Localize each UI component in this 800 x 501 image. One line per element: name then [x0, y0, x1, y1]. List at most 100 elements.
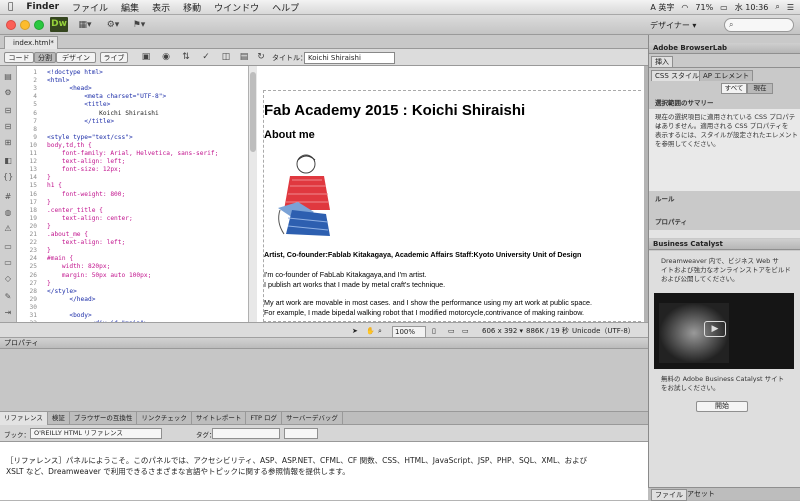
code-line[interactable]: <head>	[47, 85, 91, 92]
results-tab[interactable]: ブラウザーの互換性	[70, 412, 138, 425]
visual-aids-icon[interactable]: ◫	[220, 52, 232, 63]
indent-icon[interactable]: ⇥	[3, 308, 13, 318]
code-line[interactable]: width: 820px;	[47, 263, 110, 270]
css-styles-tab[interactable]: CSS スタイル	[651, 70, 703, 81]
preview-browser-icon[interactable]: ◉	[160, 52, 172, 63]
desktop-size-icon[interactable]: ▭	[462, 326, 469, 336]
design-view-button[interactable]: デザイン	[56, 52, 96, 63]
show-code-navigator-icon[interactable]: ⚙	[3, 88, 13, 98]
results-tab[interactable]: FTP ログ	[246, 412, 282, 425]
code-line[interactable]: <html>	[47, 77, 69, 84]
code-line[interactable]: #main {	[47, 255, 73, 262]
syntax-error-icon[interactable]: ⚠	[3, 224, 13, 234]
role-line[interactable]: Artist, Co-founder:Fablab Kitakagaya, Ac…	[264, 250, 581, 259]
list-icon[interactable]: ☰	[787, 3, 794, 12]
menu-edit[interactable]: 編集	[121, 1, 139, 14]
code-view-button[interactable]: コード	[4, 52, 34, 63]
code-line[interactable]: <body>	[47, 312, 91, 319]
apply-comment-icon[interactable]: ▭	[3, 242, 13, 252]
ap-elements-tab[interactable]: AP エレメント	[699, 70, 754, 81]
highlight-invalid-icon[interactable]: ◍	[3, 208, 13, 218]
code-line[interactable]: body,td,th {	[47, 142, 92, 149]
code-line[interactable]: }	[47, 199, 51, 206]
code-line[interactable]: </head>	[47, 296, 95, 303]
results-tab[interactable]: リファレンス	[0, 412, 48, 425]
check-browser-icon[interactable]: ✓	[200, 52, 212, 63]
portrait-illustration[interactable]	[268, 150, 340, 242]
zoom-window-button[interactable]	[34, 20, 44, 30]
rules-label[interactable]: ルール	[655, 195, 675, 204]
close-window-button[interactable]	[6, 20, 16, 30]
collapse-tag-icon[interactable]: ⊟	[3, 106, 13, 116]
code-line[interactable]: margin: 50px auto 100px;	[47, 272, 151, 279]
menu-finder[interactable]: Finder	[26, 2, 59, 12]
start-button[interactable]: 開始	[696, 401, 748, 412]
battery-text[interactable]: 71%	[695, 3, 713, 12]
code-line[interactable]: text-align: left;	[47, 239, 125, 246]
properties-label[interactable]: プロパティ	[655, 218, 687, 227]
live-view-button[interactable]: ライブ	[100, 52, 128, 63]
menu-file[interactable]: ファイル	[72, 1, 108, 14]
file-management-icon[interactable]: ⇅	[180, 52, 192, 63]
code-line[interactable]: font-weight: 800;	[47, 191, 125, 198]
menu-view[interactable]: 表示	[152, 1, 170, 14]
code-line[interactable]: h1 {	[47, 182, 62, 189]
code-line[interactable]: .center_title {	[47, 207, 103, 214]
business-catalyst-header[interactable]: Business Catalyst	[649, 239, 800, 250]
play-icon[interactable]: ▶	[704, 321, 726, 337]
results-tab[interactable]: 検証	[48, 412, 70, 425]
code-line[interactable]: <!doctype html>	[47, 69, 103, 76]
input-source[interactable]: A 英字	[650, 2, 674, 13]
apple-icon[interactable]: 	[8, 2, 13, 12]
art-line-2[interactable]: For example, I made bipedal walking robo…	[264, 308, 584, 317]
code-line[interactable]: }	[47, 247, 51, 254]
code-line[interactable]: .about_me {	[47, 231, 88, 238]
recent-snippets-icon[interactable]: ✎	[3, 292, 13, 302]
spotlight-icon[interactable]: ⌕	[775, 2, 779, 12]
properties-header[interactable]: プロパティ	[0, 338, 648, 349]
select-parent-tag-icon[interactable]: ◧	[3, 156, 13, 166]
balance-braces-icon[interactable]: {}	[3, 172, 13, 182]
code-line[interactable]: }	[47, 174, 51, 181]
files-tab[interactable]: ファイル	[651, 489, 687, 501]
window-size[interactable]: 606 x 392 ▾	[482, 326, 523, 336]
zoom-select[interactable]: 100%	[392, 326, 426, 338]
collapse-selection-icon[interactable]: ⊟	[3, 122, 13, 132]
split-view-button[interactable]: 分割	[34, 52, 56, 63]
browserlab-header[interactable]: Adobe BrowserLab	[649, 43, 800, 54]
scroll-thumb[interactable]	[250, 72, 256, 152]
current-button[interactable]: 現在	[747, 83, 773, 94]
mobile-size-icon[interactable]: ▯	[432, 326, 436, 336]
code-line[interactable]: Koichi Shiraishi	[47, 110, 159, 117]
insert-tab[interactable]: 挿入	[651, 56, 673, 67]
code-line[interactable]: <meta charset="UTF-8">	[47, 93, 166, 100]
assets-tab[interactable]: アセット	[684, 489, 718, 499]
business-catalyst-video[interactable]: ▶	[654, 293, 794, 369]
inspect-icon[interactable]: ▤	[238, 52, 250, 63]
zoom-tool-icon[interactable]: ⌕	[378, 326, 382, 336]
workspace-switcher[interactable]: デザイナー ▾	[650, 19, 714, 32]
about-heading[interactable]: About me	[264, 129, 315, 141]
code-line[interactable]: text-align: left;	[47, 158, 125, 165]
book-select[interactable]: O'REILLY HTML リファレンス	[30, 428, 162, 439]
tablet-size-icon[interactable]: ▭	[448, 326, 455, 336]
tag-select[interactable]	[212, 428, 280, 439]
refresh-icon[interactable]: ↻	[255, 52, 267, 63]
code-line[interactable]: }	[47, 280, 51, 287]
code-line[interactable]: </title>	[47, 118, 114, 125]
menu-go[interactable]: 移動	[183, 1, 201, 14]
code-line[interactable]: </style>	[47, 288, 77, 295]
remove-comment-icon[interactable]: ▭	[3, 258, 13, 268]
art-line-1[interactable]: My art work are movable in most cases. a…	[264, 298, 592, 307]
multiscreen-icon[interactable]: ▣	[140, 52, 152, 63]
search-field[interactable]: ⌕	[724, 18, 794, 32]
clock[interactable]: 水 10:36	[735, 2, 769, 13]
line-numbers-icon[interactable]: #	[3, 192, 13, 202]
wrap-tag-icon[interactable]: ◇	[3, 274, 13, 284]
code-line[interactable]: font-size: 12px;	[47, 166, 122, 173]
code-editor[interactable]: 1 <!doctype html> 2 <html> 3 <head> 4 <meta c…	[17, 66, 248, 322]
all-button[interactable]: すべて	[721, 83, 747, 94]
layout-icon[interactable]: ▦▾	[74, 19, 96, 31]
open-documents-icon[interactable]: ▤	[3, 72, 13, 82]
site-icon[interactable]: ⚑▾	[128, 19, 150, 31]
